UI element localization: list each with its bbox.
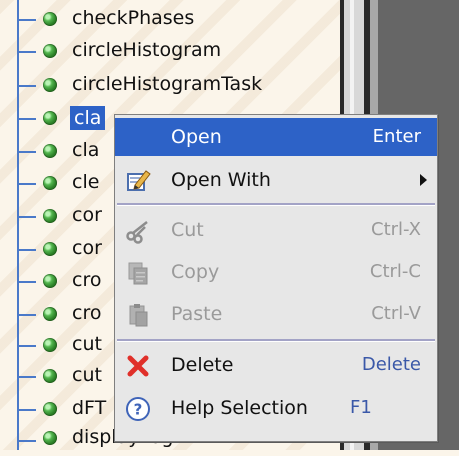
tree-item-label: circleHistogramTask xyxy=(72,73,263,95)
menu-item-open[interactable]: Open Enter xyxy=(115,118,437,156)
menu-item-shortcut: Ctrl-V xyxy=(371,303,421,324)
green-dot-icon xyxy=(43,431,57,445)
tree-item-label: cut xyxy=(72,333,102,355)
red-x-icon xyxy=(125,353,151,379)
menu-item-help-selection[interactable]: ? Help Selection F1 xyxy=(115,389,437,427)
green-dot-icon xyxy=(43,402,57,416)
green-dot-icon xyxy=(43,307,57,321)
green-dot-icon xyxy=(43,338,57,352)
green-dot-icon xyxy=(43,369,57,383)
tree-item-label: cla xyxy=(72,139,100,161)
menu-item-label: Paste xyxy=(171,303,223,325)
green-dot-icon xyxy=(43,44,57,58)
menu-item-shortcut: Delete xyxy=(361,354,421,375)
pencil-edit-icon xyxy=(125,168,151,194)
menu-item-paste[interactable]: Paste Ctrl-V xyxy=(115,295,437,333)
green-dot-icon xyxy=(43,78,57,92)
menu-separator xyxy=(117,339,435,342)
copy-icon xyxy=(125,260,151,286)
menu-item-label: Cut xyxy=(171,219,204,241)
menu-item-label: Open With xyxy=(171,169,271,191)
submenu-arrow-icon xyxy=(420,174,427,186)
tree-item-circlehistogramtask[interactable]: circleHistogramTask xyxy=(0,67,350,103)
green-dot-icon xyxy=(43,274,57,288)
menu-item-delete[interactable]: Delete Delete xyxy=(115,346,437,384)
paste-icon xyxy=(125,302,151,328)
menu-item-shortcut: Enter xyxy=(372,126,421,147)
svg-text:?: ? xyxy=(134,401,143,419)
context-menu: Open Enter Open With Cut Ctrl-X Copy Ctr… xyxy=(114,114,438,442)
green-dot-icon xyxy=(43,144,57,158)
menu-item-label: Delete xyxy=(171,354,234,376)
tree-item-label: cor xyxy=(72,204,102,226)
menu-item-label: Open xyxy=(171,126,222,148)
tree-item-label: checkPhases xyxy=(72,7,195,29)
tree-item-checkphases[interactable]: checkPhases xyxy=(0,1,350,37)
menu-separator xyxy=(117,203,435,206)
menu-item-open-with[interactable]: Open With xyxy=(115,161,437,199)
green-dot-icon xyxy=(43,111,57,125)
tree-item-label: cro xyxy=(72,302,102,324)
tree-item-label: cor xyxy=(72,237,102,259)
green-dot-icon xyxy=(43,209,57,223)
tree-item-circlehistogram[interactable]: circleHistogram xyxy=(0,33,350,69)
tree-item-label: dFT xyxy=(72,397,107,419)
menu-item-shortcut: Ctrl-X xyxy=(371,219,421,240)
help-icon: ? xyxy=(125,396,151,422)
menu-item-label: Help Selection xyxy=(171,397,308,419)
tree-item-label: cle xyxy=(72,171,100,193)
scissors-icon xyxy=(125,218,151,244)
menu-item-shortcut: F1 xyxy=(350,397,372,418)
green-dot-icon xyxy=(43,242,57,256)
green-dot-icon xyxy=(43,12,57,26)
menu-item-label: Copy xyxy=(171,261,220,283)
green-dot-icon xyxy=(43,176,57,190)
tree-item-label: circleHistogram xyxy=(72,39,222,61)
menu-item-shortcut: Ctrl-C xyxy=(369,261,421,282)
tree-item-label: cro xyxy=(72,269,102,291)
menu-item-cut[interactable]: Cut Ctrl-X xyxy=(115,211,437,249)
menu-item-copy[interactable]: Copy Ctrl-C xyxy=(115,253,437,291)
tree-item-label: cut xyxy=(72,364,102,386)
tree-item-label: cla xyxy=(70,106,106,130)
